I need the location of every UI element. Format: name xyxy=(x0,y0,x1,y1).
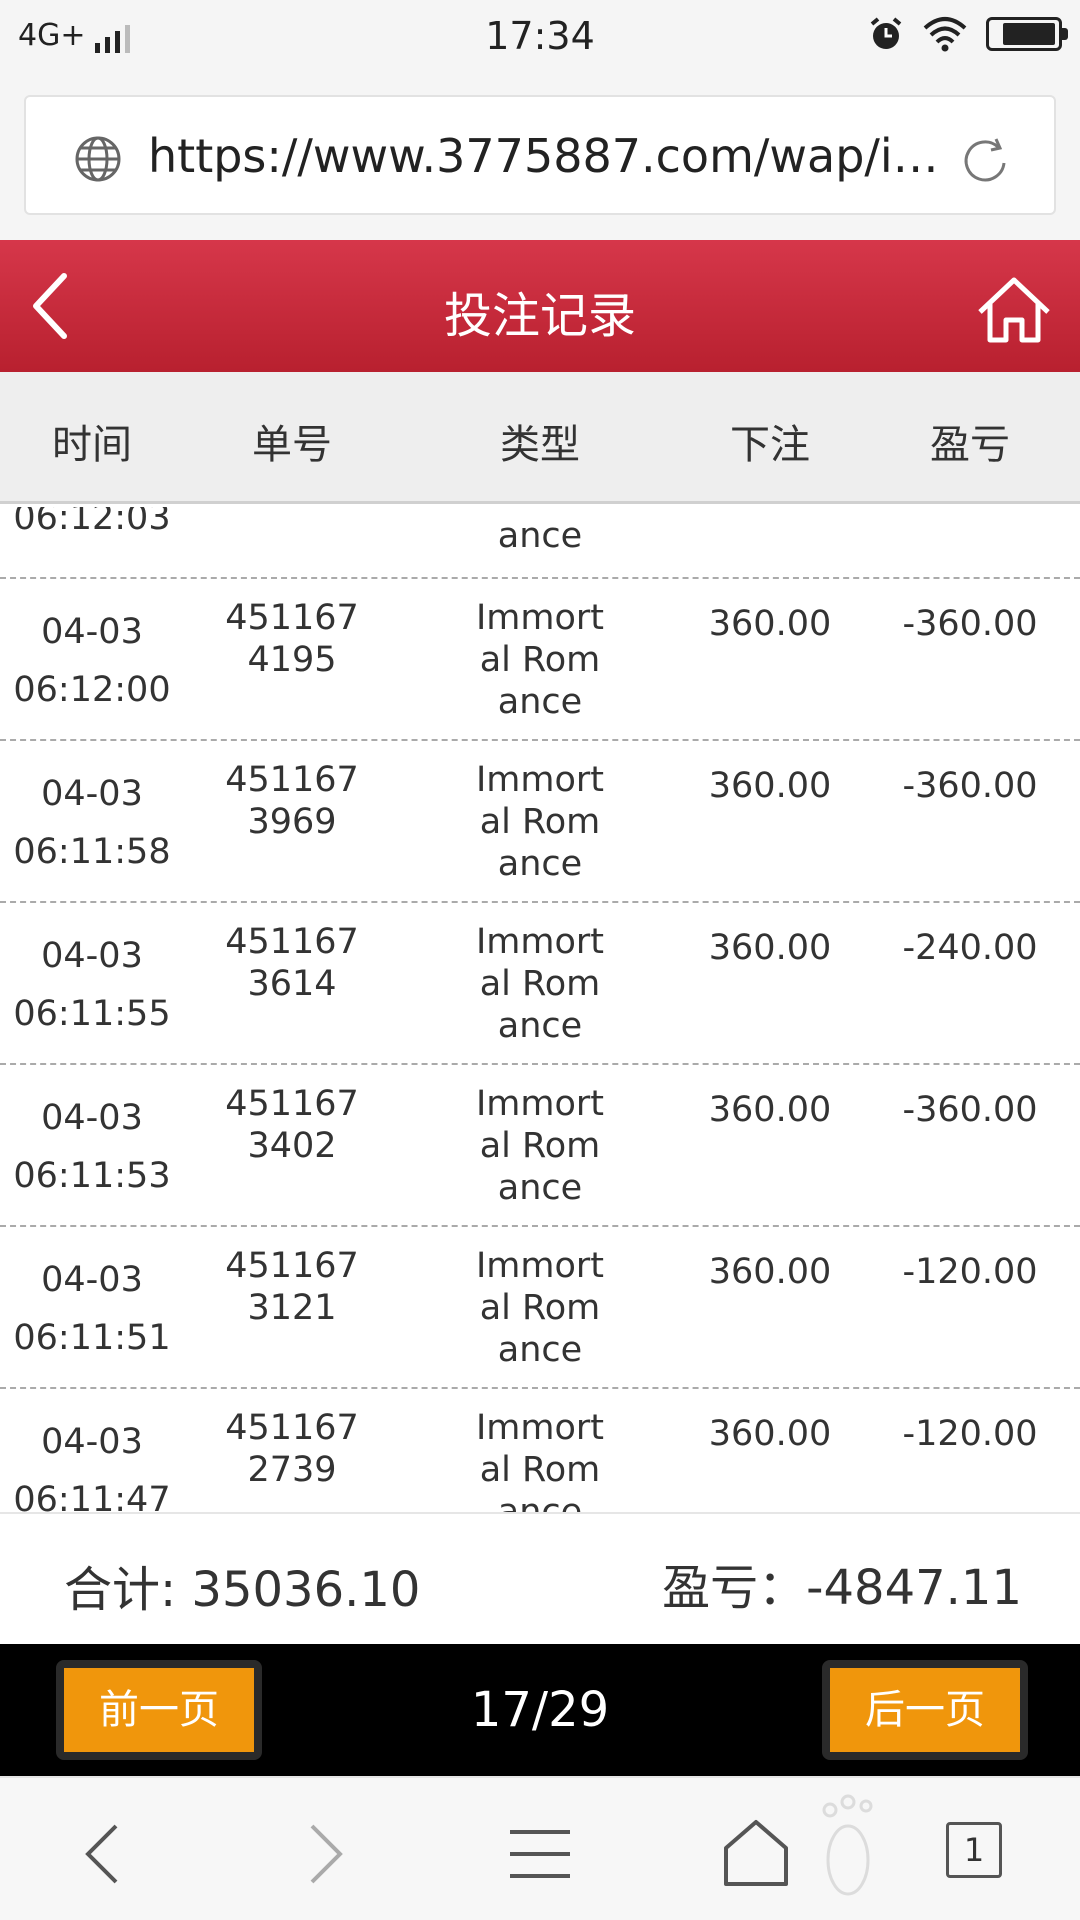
table-row: 04-03 06:12:00 451167 4195 Immort al Rom anc… xyxy=(0,579,1080,741)
cell-time: 04-03 06:11:47 xyxy=(13,1422,171,1512)
cell-bet: 360.00 xyxy=(708,604,832,644)
browser-forward-icon[interactable] xyxy=(282,1814,362,1894)
battery-icon xyxy=(986,17,1068,51)
pagination-bar: 前一页 17/29 后一页 xyxy=(0,1644,1080,1776)
menu-icon[interactable] xyxy=(500,1814,580,1894)
cell-time: 04-03 06:11:55 xyxy=(13,936,171,1034)
cell-type: Immort al Rom ance xyxy=(475,598,605,722)
wifi-icon xyxy=(923,17,967,52)
browser-url-bar: https://www.3775887.com/wap/i… xyxy=(0,75,1080,240)
app-header: 投注记录 xyxy=(0,240,1080,372)
cell-type: ance xyxy=(497,516,583,556)
cell-bet: 360.00 xyxy=(708,1414,832,1454)
table-header: 时间 单号 类型 下注 盈亏 xyxy=(0,372,1080,504)
next-page-button[interactable]: 后一页 xyxy=(822,1660,1028,1760)
cell-time: 04-03 06:12:00 xyxy=(13,612,171,710)
cell-order-id: 451167 3969 xyxy=(225,760,359,842)
table-row: 04-03 06:11:53 451167 3402 Immort al Rom anc… xyxy=(0,1065,1080,1227)
column-header-type: 类型 xyxy=(500,422,580,468)
page-title: 投注记录 xyxy=(443,288,636,344)
cell-profit-loss: -360.00 xyxy=(902,1090,1038,1130)
cell-bet: 360.00 xyxy=(708,766,832,806)
cell-type: Immort al Rom ance xyxy=(475,1084,605,1208)
cell-profit-loss: -240.00 xyxy=(902,928,1038,968)
cell-type: Immort al Rom ance xyxy=(475,1408,605,1512)
column-header-id: 单号 xyxy=(252,422,332,468)
cell-time: 04-03 06:11:58 xyxy=(13,774,171,872)
table-row: 04-03 06:11:58 451167 3969 Immort al Rom anc… xyxy=(0,741,1080,903)
cell-order-id: 451167 3402 xyxy=(225,1084,359,1166)
cell-profit-loss: -360.00 xyxy=(902,604,1038,644)
totals-bar: 合计: 35036.10 盈亏：-4847.11 xyxy=(0,1512,1080,1644)
reload-icon[interactable] xyxy=(958,133,1014,189)
browser-bottom-nav: 1 xyxy=(0,1776,1080,1920)
cell-bet: 360.00 xyxy=(708,1090,832,1130)
column-header-profit-loss: 盈亏 xyxy=(930,422,1010,468)
column-header-bet: 下注 xyxy=(730,422,810,468)
cell-order-id: 451167 3121 xyxy=(225,1246,359,1328)
cell-time: 04-03 06:11:53 xyxy=(13,1098,171,1196)
url-text[interactable]: https://www.3775887.com/wap/i… xyxy=(148,129,958,183)
cell-profit-loss: -360.00 xyxy=(902,766,1038,806)
browser-back-icon[interactable] xyxy=(66,1814,146,1894)
tabs-count-button[interactable]: 1 xyxy=(946,1822,1002,1878)
table-row: 04-03 06:11:47 451167 2739 Immort al Rom anc… xyxy=(0,1389,1080,1512)
home-icon[interactable] xyxy=(974,274,1054,346)
cell-bet: 360.00 xyxy=(708,1252,832,1292)
total-amount: 合计: 35036.10 xyxy=(64,1562,421,1618)
table-row-partial: 06:12:03 ance xyxy=(0,507,1080,579)
cell-profit-loss: -120.00 xyxy=(902,1414,1038,1454)
footprint-watermark-icon xyxy=(822,1794,873,1896)
cell-type: Immort al Rom ance xyxy=(475,1246,605,1370)
globe-icon xyxy=(75,136,121,182)
cell-order-id: 451167 4195 xyxy=(225,598,359,680)
cell-time: 04-03 06:11:51 xyxy=(13,1260,171,1358)
column-header-time: 时间 xyxy=(52,422,132,468)
table-row: 04-03 06:11:51 451167 3121 Immort al Rom anc… xyxy=(0,1227,1080,1389)
cell-type: Immort al Rom ance xyxy=(475,760,605,884)
status-icons xyxy=(868,16,1068,52)
address-field[interactable]: https://www.3775887.com/wap/i… xyxy=(24,95,1056,215)
bet-records-table[interactable]: 06:12:03 ance 04-03 06:12:00 451167 4195 I… xyxy=(0,507,1080,1512)
table-row: 04-03 06:11:55 451167 3614 Immort al Rom anc… xyxy=(0,903,1080,1065)
cell-order-id: 451167 3614 xyxy=(225,922,359,1004)
cell-profit-loss: -120.00 xyxy=(902,1252,1038,1292)
browser-home-icon[interactable] xyxy=(716,1814,796,1894)
status-bar: 4G+ 17:34 xyxy=(0,0,1080,75)
cell-order-id: 451167 2739 xyxy=(225,1408,359,1490)
cell-type: Immort al Rom ance xyxy=(475,922,605,1046)
alarm-icon xyxy=(870,17,902,49)
cell-bet: 360.00 xyxy=(708,928,832,968)
total-profit-loss: 盈亏：-4847.11 xyxy=(662,1560,1022,1616)
cell-time: 06:12:03 xyxy=(13,507,171,538)
